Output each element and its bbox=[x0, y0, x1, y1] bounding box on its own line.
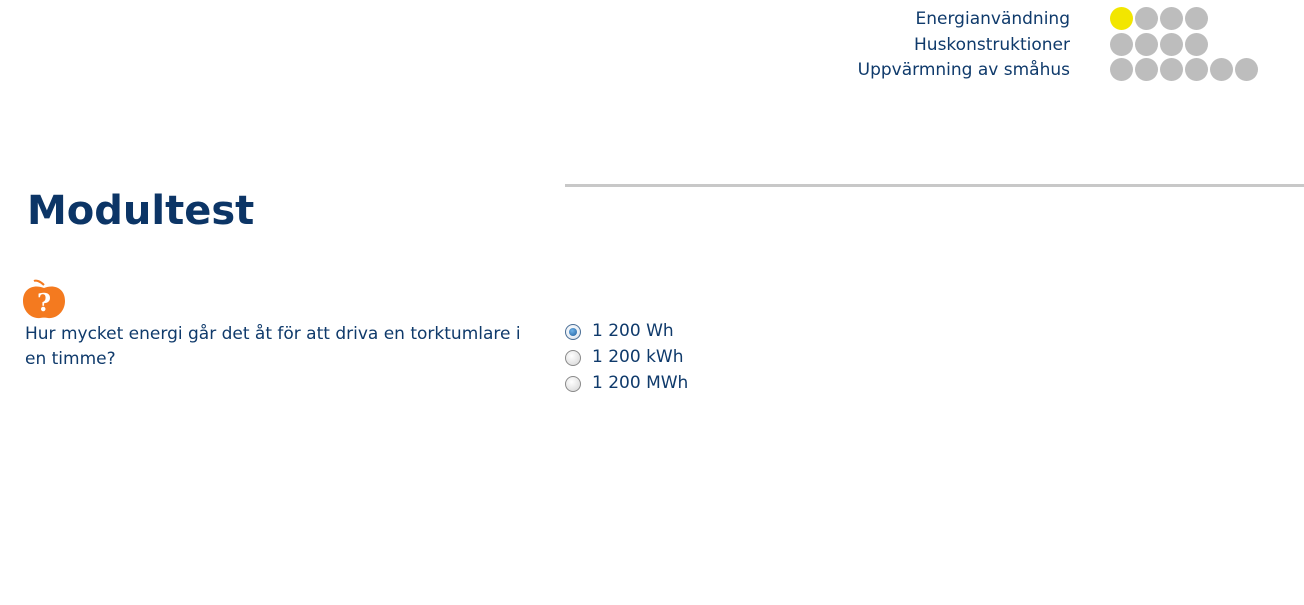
radio-button[interactable] bbox=[565, 376, 581, 392]
answer-options: 1 200 Wh 1 200 kWh 1 200 MWh bbox=[565, 319, 688, 400]
progress-label: Huskonstruktioner bbox=[914, 34, 1070, 55]
progress-dots bbox=[1110, 7, 1208, 30]
answer-label[interactable]: 1 200 kWh bbox=[592, 345, 684, 370]
progress-dot-incomplete bbox=[1185, 32, 1208, 56]
progress-row-huskonstruktioner: Huskonstruktioner bbox=[800, 32, 1280, 58]
progress-dot-incomplete bbox=[1210, 58, 1233, 81]
progress-dot-incomplete bbox=[1135, 32, 1158, 56]
progress-dot-incomplete bbox=[1135, 58, 1158, 81]
answer-label[interactable]: 1 200 Wh bbox=[592, 319, 674, 344]
module-progress: Energianvändning Huskonstruktioner Uppvä… bbox=[800, 6, 1280, 83]
radio-button[interactable] bbox=[565, 350, 581, 366]
question-apple-icon: ? bbox=[23, 279, 65, 319]
progress-dot-incomplete bbox=[1235, 58, 1258, 81]
progress-label: Energianvändning bbox=[915, 9, 1070, 29]
progress-label: Uppvärmning av småhus bbox=[857, 60, 1070, 80]
page-title: Modultest bbox=[27, 188, 255, 234]
progress-dot-incomplete bbox=[1185, 7, 1208, 30]
answer-option[interactable]: 1 200 MWh bbox=[565, 371, 688, 400]
progress-row-uppvarmning: Uppvärmning av småhus bbox=[800, 57, 1280, 83]
progress-dots bbox=[1110, 58, 1258, 81]
progress-dots bbox=[1110, 32, 1208, 56]
answer-label[interactable]: 1 200 MWh bbox=[592, 371, 688, 396]
progress-row-energianvandning: Energianvändning bbox=[800, 6, 1280, 32]
progress-dot-complete bbox=[1110, 7, 1133, 30]
question-text: Hur mycket energi går det åt för att dri… bbox=[25, 324, 521, 369]
progress-dot-incomplete bbox=[1110, 58, 1133, 81]
progress-dot-incomplete bbox=[1110, 32, 1133, 56]
progress-dot-incomplete bbox=[1160, 32, 1183, 56]
divider bbox=[565, 184, 1304, 187]
progress-dot-incomplete bbox=[1135, 7, 1158, 30]
progress-dot-incomplete bbox=[1160, 58, 1183, 81]
progress-dot-incomplete bbox=[1185, 58, 1208, 81]
svg-text:?: ? bbox=[37, 288, 51, 317]
radio-button[interactable] bbox=[565, 324, 581, 340]
progress-dot-incomplete bbox=[1160, 7, 1183, 30]
